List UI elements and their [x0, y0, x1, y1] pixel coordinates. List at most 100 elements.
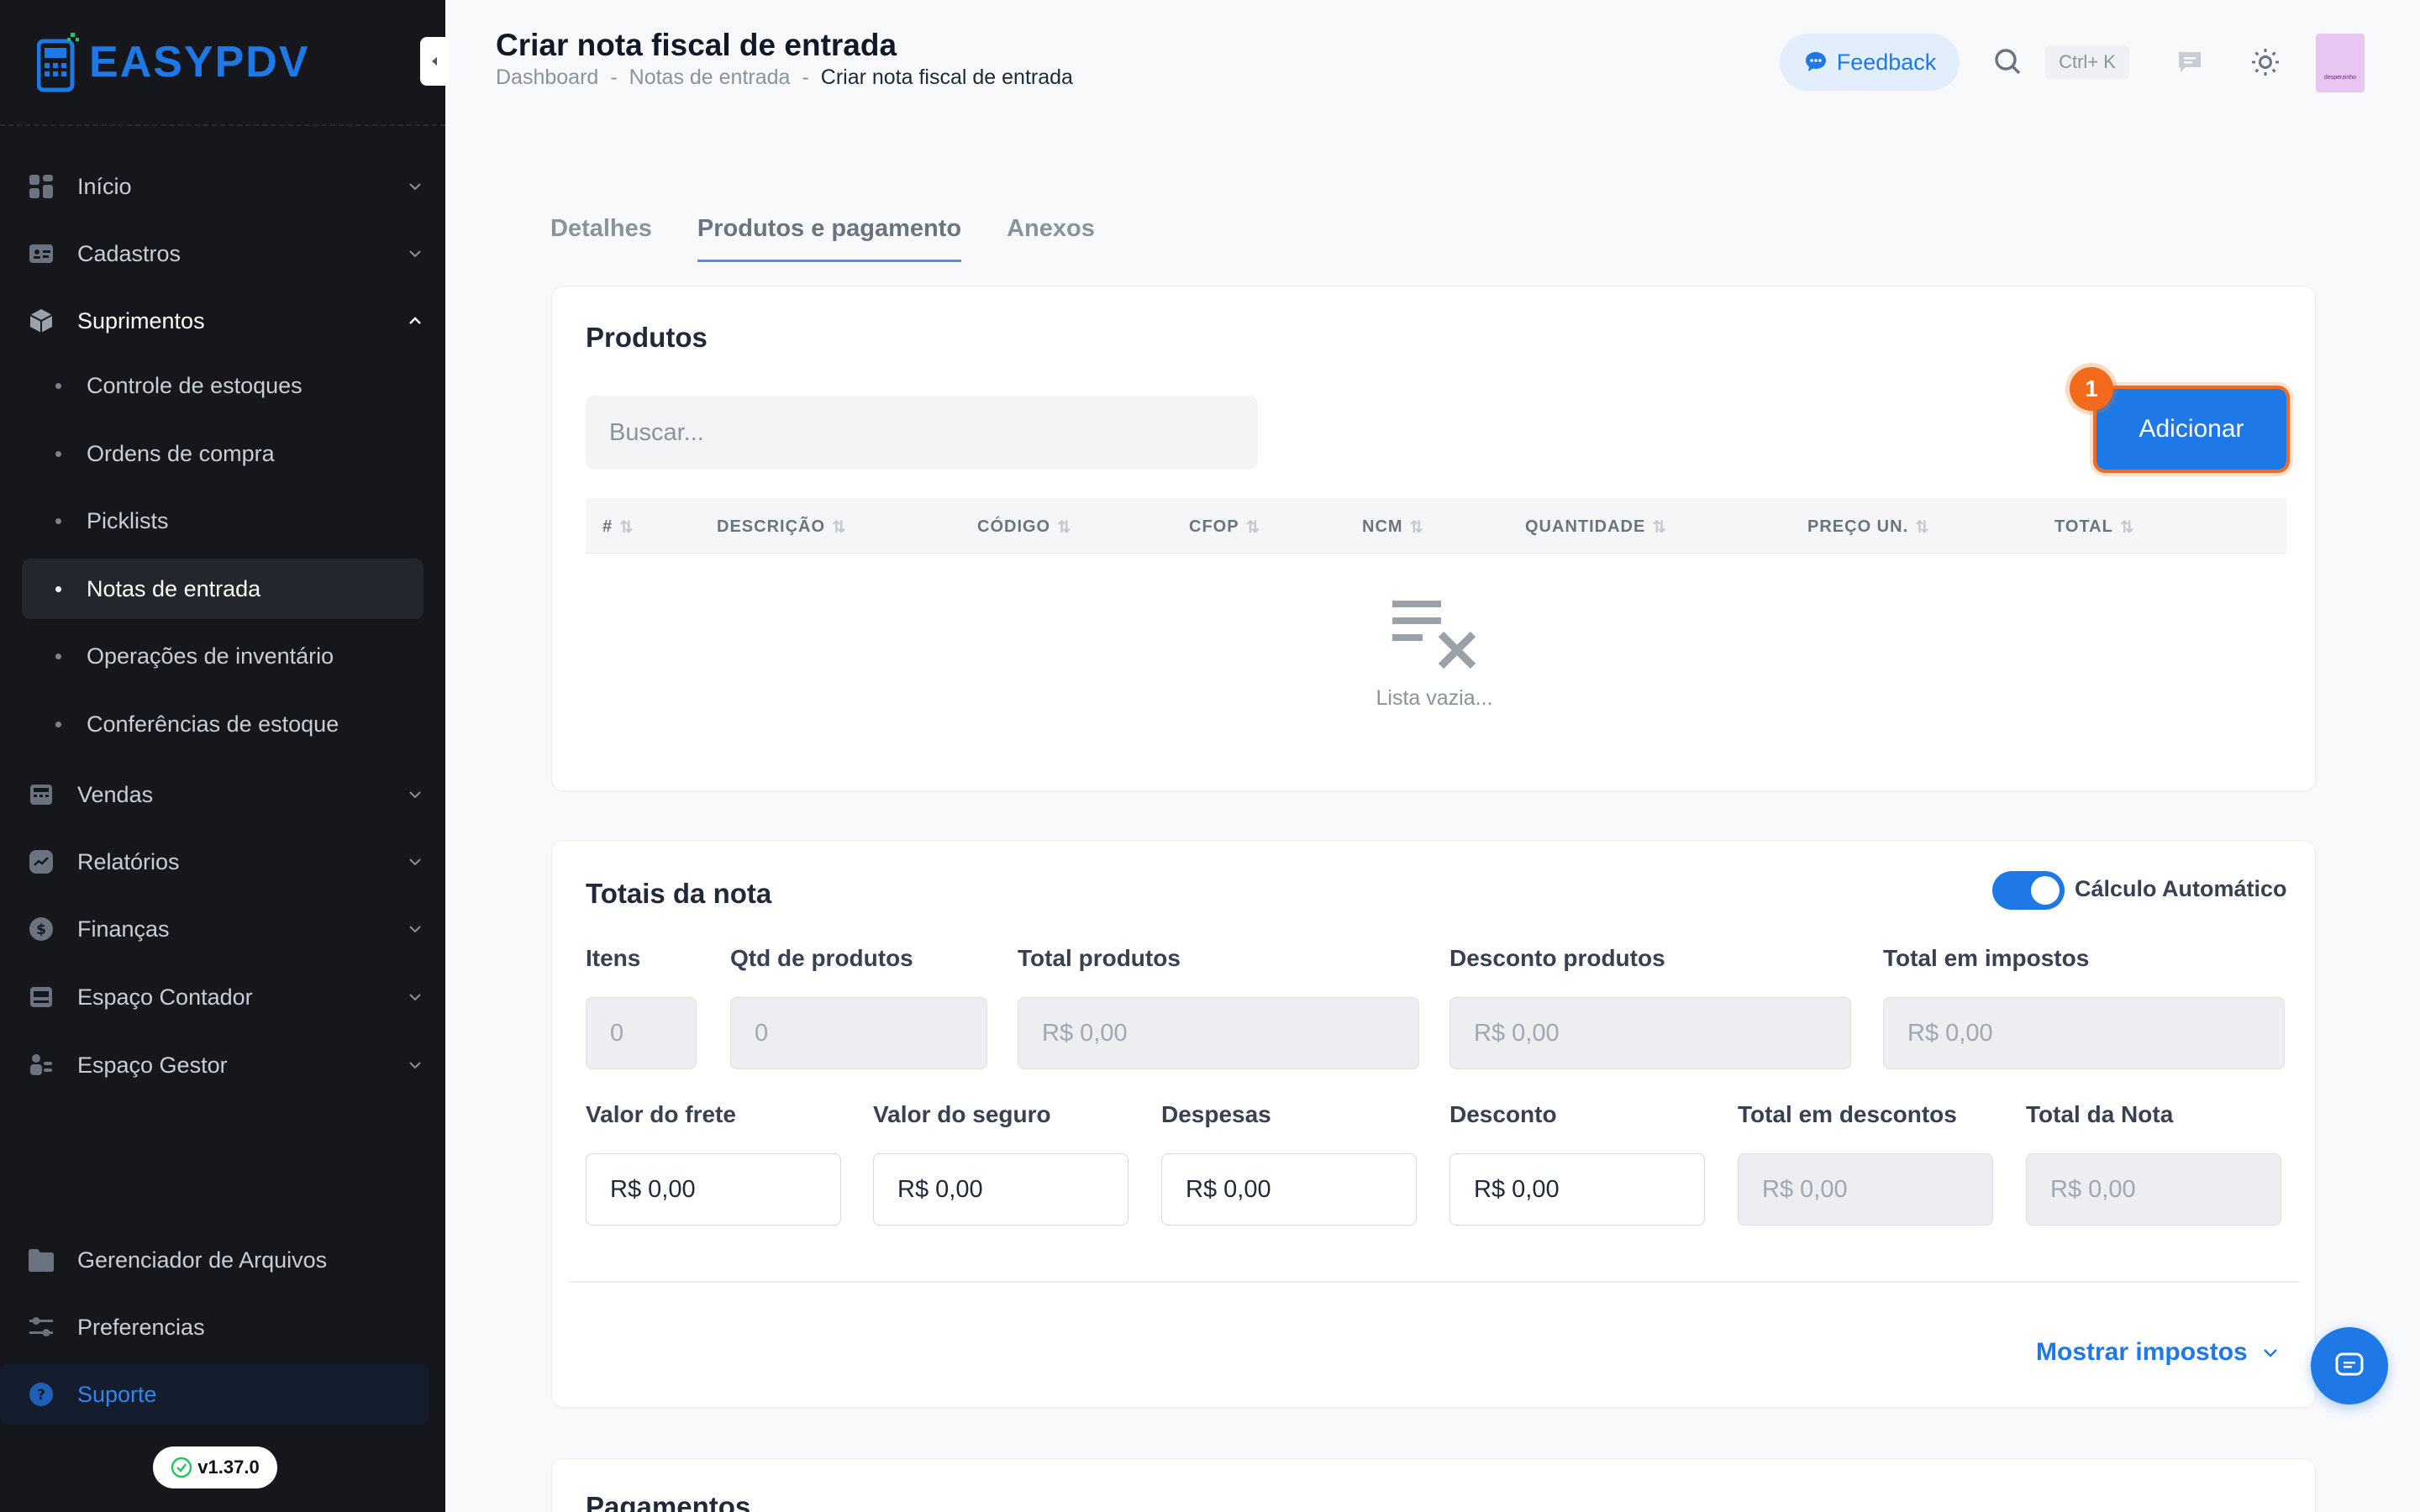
register-icon	[27, 780, 55, 809]
sidebar-item-vendas[interactable]: Vendas	[22, 764, 424, 825]
breadcrumb-notas-entrada[interactable]: Notas de entrada	[629, 66, 791, 90]
feedback-button[interactable]: Feedback	[1780, 34, 1960, 91]
sidebar-item-inicio[interactable]: Início	[22, 156, 424, 217]
sidebar-item-espaco-contador[interactable]: Espaço Contador	[22, 967, 424, 1027]
valor-seguro-input[interactable]: R$ 0,00	[873, 1153, 1128, 1226]
chevron-up-icon	[409, 317, 421, 324]
sort-icon: ⇅	[1652, 518, 1668, 537]
breadcrumb: Dashboard - Notas de entrada - Criar not…	[496, 66, 1073, 90]
show-taxes-label: Mostrar impostos	[2036, 1338, 2248, 1366]
sidebar-item-espaco-gestor[interactable]: Espaço Gestor	[22, 1035, 424, 1095]
brand-name: EASYPDV	[89, 38, 310, 87]
column-label: PREÇO UN.	[1807, 517, 1909, 536]
breadcrumb-dashboard[interactable]: Dashboard	[496, 66, 598, 90]
bullet-dot	[55, 653, 61, 659]
sidebar-item-label: Gerenciador de Arquivos	[77, 1247, 328, 1273]
folder-icon	[27, 1246, 55, 1274]
theme-toggle-button[interactable]	[2247, 44, 2284, 81]
despesas-input[interactable]: R$ 0,00	[1161, 1153, 1417, 1226]
toggle-knob	[2031, 876, 2060, 905]
sidebar-subitem-operacoes-inventario[interactable]: Operações de inventário	[22, 626, 424, 686]
field-label-itens: Itens	[586, 945, 641, 971]
step-badge: 1	[2070, 367, 2113, 411]
sidebar-item-suprimentos[interactable]: Suprimentos	[22, 291, 424, 351]
column-header-quantidade[interactable]: QUANTIDADE ⇅	[1525, 517, 1667, 538]
sidebar-item-relatorios[interactable]: Relatórios	[22, 832, 424, 892]
add-product-button[interactable]: Adicionar	[2093, 386, 2290, 473]
collapse-sidebar-button[interactable]	[420, 37, 449, 86]
auto-calc-toggle[interactable]	[1992, 871, 2065, 910]
search-shortcut-hint: Ctrl+ K	[2045, 45, 2129, 79]
sidebar-item-suporte[interactable]: ? Suporte	[0, 1364, 429, 1425]
logo[interactable]: EASYPDV	[37, 29, 310, 96]
tab-detalhes[interactable]: Detalhes	[550, 215, 652, 262]
chat-support-button[interactable]	[2311, 1327, 2388, 1404]
sidebar-subitem-picklists[interactable]: Picklists	[22, 491, 424, 551]
tab-produtos-pagamento[interactable]: Produtos e pagamento	[697, 215, 962, 262]
avatar[interactable]: desperzinho	[2316, 34, 2365, 92]
products-search-input[interactable]: Buscar...	[586, 396, 1258, 470]
total-nota-field: R$ 0,00	[2026, 1153, 2281, 1226]
chevron-down-icon	[409, 250, 421, 258]
sidebar-item-label: Espaço Gestor	[77, 1052, 228, 1078]
breadcrumb-separator: -	[802, 66, 809, 89]
sidebar-item-preferencias[interactable]: Preferencias	[22, 1297, 424, 1357]
column-header-number[interactable]: # ⇅	[602, 517, 634, 538]
field-label-total-nota: Total da Nota	[2026, 1101, 2174, 1127]
sidebar-item-label: Vendas	[77, 781, 154, 807]
column-label: CFOP	[1189, 517, 1239, 536]
tab-anexos[interactable]: Anexos	[1007, 215, 1095, 262]
bullet-dot	[55, 721, 61, 727]
total-descontos-field: R$ 0,00	[1738, 1153, 1993, 1226]
itens-field: 0	[586, 997, 697, 1069]
column-header-cfop[interactable]: CFOP ⇅	[1189, 517, 1260, 538]
svg-text:$: $	[36, 921, 46, 938]
sidebar-item-financas[interactable]: $ Finanças	[22, 899, 424, 959]
version-text: v1.37.0	[197, 1457, 260, 1478]
bullet-dot	[55, 517, 61, 524]
sun-icon	[2252, 49, 2279, 76]
sidebar-subitem-conferencias-estoque[interactable]: Conferências de estoque	[22, 694, 424, 754]
tabs: Detalhes Produtos e pagamento Anexos	[550, 215, 1140, 262]
sidebar-divider	[0, 124, 445, 126]
column-header-descricao[interactable]: DESCRIÇÃO ⇅	[717, 517, 847, 538]
chevron-down-icon	[409, 858, 421, 866]
sidebar-subitem-label: Operações de inventário	[87, 643, 334, 669]
column-label: TOTAL	[2054, 517, 2113, 536]
column-label: CÓDIGO	[977, 517, 1051, 536]
column-header-ncm[interactable]: NCM ⇅	[1362, 517, 1424, 538]
sidebar-item-gerenciador-arquivos[interactable]: Gerenciador de Arquivos	[22, 1230, 424, 1290]
sidebar-subitem-ordens-compra[interactable]: Ordens de compra	[22, 423, 424, 484]
valor-frete-input[interactable]: R$ 0,00	[586, 1153, 841, 1226]
sliders-icon	[27, 1313, 55, 1341]
sort-icon: ⇅	[619, 518, 634, 537]
column-header-codigo[interactable]: CÓDIGO ⇅	[977, 517, 1072, 538]
sidebar-item-cadastros[interactable]: Cadastros	[22, 223, 424, 284]
column-label: DESCRIÇÃO	[717, 517, 826, 536]
chat-icon	[2335, 1352, 2364, 1376]
messages-button[interactable]	[2171, 44, 2208, 81]
field-label-valor-seguro: Valor do seguro	[873, 1101, 1051, 1127]
sidebar-subitem-controle-estoques[interactable]: Controle de estoques	[22, 355, 424, 416]
check-circle-icon	[171, 1457, 192, 1478]
column-header-preco-un[interactable]: PREÇO UN. ⇅	[1807, 517, 1930, 538]
column-label: QUANTIDADE	[1525, 517, 1646, 536]
search-button[interactable]	[1990, 44, 2027, 81]
sidebar-item-label: Suporte	[77, 1381, 157, 1407]
payments-title: Pagamentos	[586, 1491, 751, 1512]
sidebar-item-label: Cadastros	[77, 240, 182, 266]
pos-terminal-logo-icon	[37, 33, 79, 92]
chevron-down-icon	[2263, 1349, 2277, 1357]
payments-card: Pagamentos	[551, 1458, 2316, 1512]
sidebar-subitem-notas-entrada[interactable]: Notas de entrada	[22, 559, 424, 619]
field-label-despesas: Despesas	[1161, 1101, 1271, 1127]
chevron-down-icon	[409, 791, 421, 799]
show-taxes-button[interactable]: Mostrar impostos	[2036, 1338, 2280, 1367]
bullet-dot	[55, 382, 61, 389]
version-badge: v1.37.0	[153, 1446, 277, 1488]
desconto-input[interactable]: R$ 0,00	[1449, 1153, 1705, 1226]
column-label: #	[602, 517, 613, 536]
products-card: Produtos Buscar... Adicionar 1 # ⇅ DESCRI…	[551, 286, 2316, 791]
column-header-total[interactable]: TOTAL ⇅	[2054, 517, 2135, 538]
sidebar-item-label: Suprimentos	[77, 307, 205, 333]
